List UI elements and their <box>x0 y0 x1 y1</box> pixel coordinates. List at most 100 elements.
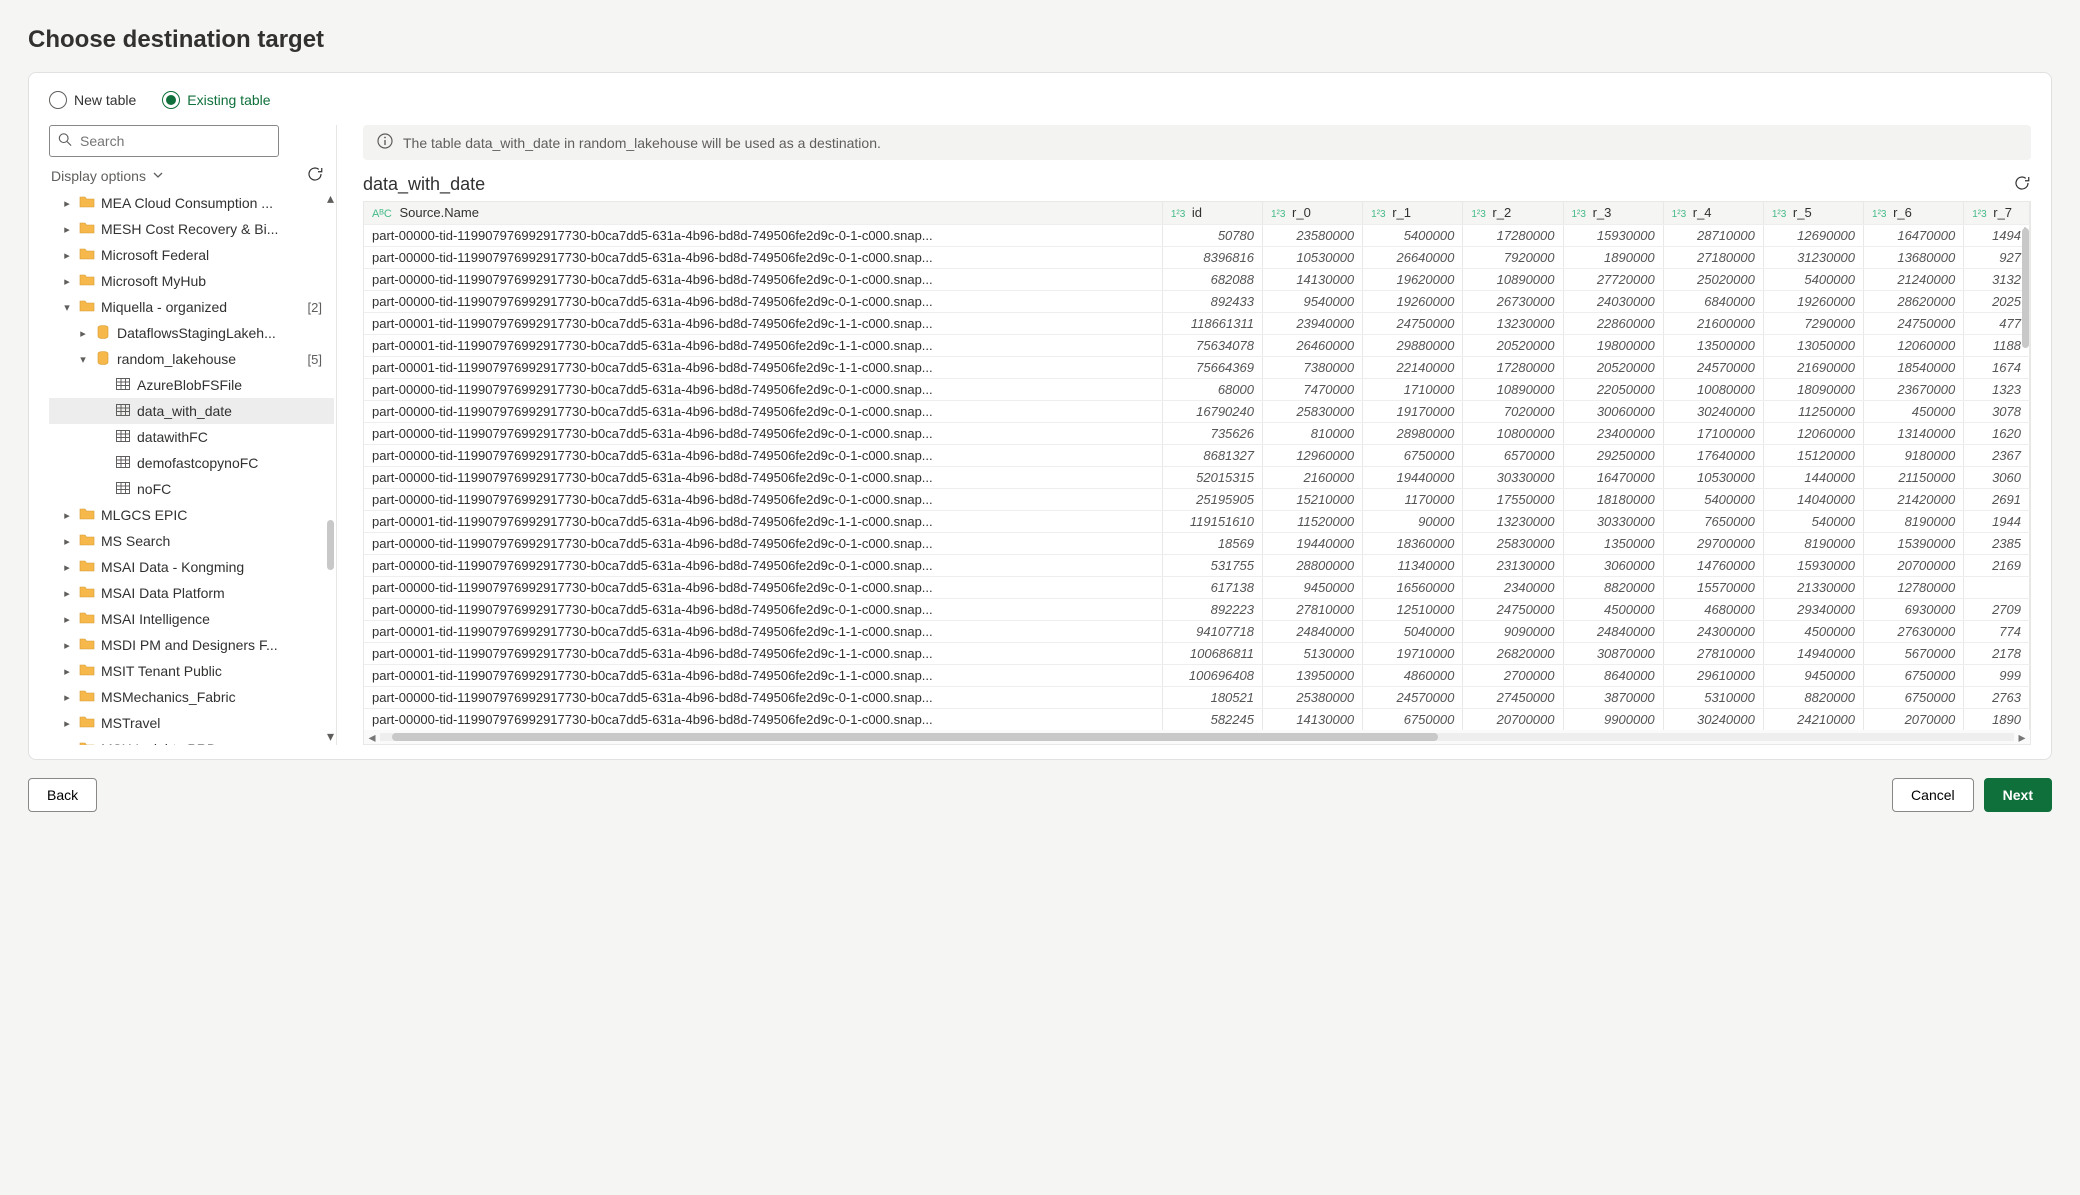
cell: 30240000 <box>1663 708 1763 730</box>
chevron-right-icon[interactable]: ▸ <box>61 665 73 678</box>
next-button[interactable]: Next <box>1984 778 2052 812</box>
cancel-button[interactable]: Cancel <box>1892 778 1974 812</box>
chevron-down-icon[interactable]: ▾ <box>61 301 73 314</box>
table-row[interactable]: part-00000-tid-119907976992917730-b0ca7d… <box>364 444 2030 466</box>
column-header[interactable]: AᴮC Source.Name <box>364 202 1162 224</box>
table-row[interactable]: part-00000-tid-119907976992917730-b0ca7d… <box>364 532 2030 554</box>
scroll-up-icon[interactable]: ▴ <box>327 190 334 207</box>
table-row[interactable]: part-00000-tid-119907976992917730-b0ca7d… <box>364 466 2030 488</box>
table-row[interactable]: part-00000-tid-119907976992917730-b0ca7d… <box>364 488 2030 510</box>
scrollbar-thumb[interactable] <box>392 733 1438 741</box>
table-row[interactable]: part-00000-tid-119907976992917730-b0ca7d… <box>364 576 2030 598</box>
chevron-right-icon[interactable]: ▸ <box>61 717 73 730</box>
table-row[interactable]: part-00001-tid-119907976992917730-b0ca7d… <box>364 510 2030 532</box>
scrollbar-thumb[interactable] <box>2022 228 2029 348</box>
cell: 24570000 <box>1363 686 1463 708</box>
table-row[interactable]: part-00000-tid-119907976992917730-b0ca7d… <box>364 598 2030 620</box>
chevron-right-icon[interactable]: ▸ <box>61 561 73 574</box>
chevron-right-icon[interactable]: ▸ <box>61 223 73 236</box>
cell: 52015315 <box>1162 466 1262 488</box>
data-grid: AᴮC Source.Name1²3 id1²3 r_01²3 r_11²3 r… <box>363 201 2031 745</box>
table-row[interactable]: part-00000-tid-119907976992917730-b0ca7d… <box>364 246 2030 268</box>
table-row[interactable]: part-00000-tid-119907976992917730-b0ca7d… <box>364 400 2030 422</box>
scroll-right-icon[interactable]: ▸ <box>2014 729 2030 746</box>
grid-horizontal-scrollbar[interactable]: ◂ ▸ <box>364 730 2030 744</box>
table-row[interactable]: part-00001-tid-119907976992917730-b0ca7d… <box>364 312 2030 334</box>
tree-item[interactable]: ▸MSDI PM and Designers F... <box>49 632 334 658</box>
tree-item[interactable]: ▸MSMechanics_Fabric <box>49 684 334 710</box>
chevron-right-icon[interactable]: ▸ <box>61 639 73 652</box>
chevron-right-icon[interactable]: ▸ <box>61 509 73 522</box>
table-row[interactable]: part-00000-tid-119907976992917730-b0ca7d… <box>364 268 2030 290</box>
column-header[interactable]: 1²3 r_4 <box>1663 202 1763 224</box>
scrollbar-thumb[interactable] <box>327 520 334 570</box>
chevron-right-icon[interactable]: ▸ <box>61 197 73 210</box>
column-header[interactable]: 1²3 r_6 <box>1864 202 1964 224</box>
table-row[interactable]: part-00001-tid-119907976992917730-b0ca7d… <box>364 642 2030 664</box>
tree-item[interactable]: ▾Miquella - organized[2] <box>49 294 334 320</box>
tree-item[interactable]: ▸MLGCS EPIC <box>49 502 334 528</box>
tree-item[interactable]: ▸MSIT Tenant Public <box>49 658 334 684</box>
tree-item[interactable]: data_with_date <box>49 398 334 424</box>
column-header[interactable]: 1²3 r_3 <box>1563 202 1663 224</box>
tree-item[interactable]: AzureBlobFSFile <box>49 372 334 398</box>
tree-item[interactable]: ▸MESH Cost Recovery & Bi... <box>49 216 334 242</box>
chevron-right-icon[interactable]: ▸ <box>61 249 73 262</box>
tree-item[interactable]: demofastcopynoFC <box>49 450 334 476</box>
display-options-button[interactable]: Display options <box>51 168 164 184</box>
table-row[interactable]: part-00001-tid-119907976992917730-b0ca7d… <box>364 356 2030 378</box>
cell: 5310000 <box>1663 686 1763 708</box>
tree-item[interactable]: datawithFC <box>49 424 334 450</box>
chevron-down-icon[interactable]: ▾ <box>77 353 89 366</box>
tree-item[interactable]: ▸MSAI Data Platform <box>49 580 334 606</box>
column-header[interactable]: 1²3 r_7 <box>1964 202 2030 224</box>
table-row[interactable]: part-00001-tid-119907976992917730-b0ca7d… <box>364 620 2030 642</box>
chevron-right-icon[interactable]: ▸ <box>61 613 73 626</box>
cell: 75664369 <box>1162 356 1262 378</box>
table-refresh-icon[interactable] <box>2013 174 2031 195</box>
table-row[interactable]: part-00001-tid-119907976992917730-b0ca7d… <box>364 334 2030 356</box>
number-type-icon: 1²3 <box>1171 209 1185 220</box>
tree-item[interactable]: ▸MSAI Data - Kongming <box>49 554 334 580</box>
chevron-right-icon[interactable]: ▸ <box>61 743 73 746</box>
column-header[interactable]: 1²3 id <box>1162 202 1262 224</box>
column-header[interactable]: 1²3 r_1 <box>1363 202 1463 224</box>
table-row[interactable]: part-00001-tid-119907976992917730-b0ca7d… <box>364 664 2030 686</box>
radio-new-table[interactable]: New table <box>49 91 136 109</box>
scroll-left-icon[interactable]: ◂ <box>364 729 380 746</box>
tree-item[interactable]: ▸DataflowsStagingLakeh... <box>49 320 334 346</box>
tree-item[interactable]: ▸MEA Cloud Consumption ... <box>49 190 334 216</box>
chevron-right-icon[interactable]: ▸ <box>61 535 73 548</box>
tree-item[interactable]: ▸MS Search <box>49 528 334 554</box>
table-row[interactable]: part-00000-tid-119907976992917730-b0ca7d… <box>364 708 2030 730</box>
refresh-icon[interactable] <box>306 165 324 186</box>
column-header[interactable]: 1²3 r_5 <box>1763 202 1863 224</box>
tree-item[interactable]: ▸Microsoft Federal <box>49 242 334 268</box>
search-input[interactable] <box>49 125 279 157</box>
tree-item[interactable]: ▸MSTravel <box>49 710 334 736</box>
chevron-right-icon[interactable]: ▸ <box>61 587 73 600</box>
chevron-right-icon[interactable]: ▸ <box>61 691 73 704</box>
column-header[interactable]: 1²3 r_2 <box>1463 202 1563 224</box>
tree-item[interactable]: noFC <box>49 476 334 502</box>
table-row[interactable]: part-00000-tid-119907976992917730-b0ca7d… <box>364 686 2030 708</box>
tree-item[interactable]: ▸Microsoft MyHub <box>49 268 334 294</box>
table-row[interactable]: part-00000-tid-119907976992917730-b0ca7d… <box>364 224 2030 246</box>
scroll-down-icon[interactable]: ▾ <box>327 728 334 745</box>
tree-item[interactable]: ▾random_lakehouse[5] <box>49 346 334 372</box>
chevron-right-icon[interactable]: ▸ <box>77 327 89 340</box>
table-row[interactable]: part-00000-tid-119907976992917730-b0ca7d… <box>364 554 2030 576</box>
chevron-right-icon[interactable]: ▸ <box>61 275 73 288</box>
table-row[interactable]: part-00000-tid-119907976992917730-b0ca7d… <box>364 422 2030 444</box>
cell: 8820000 <box>1563 576 1663 598</box>
cell: 20700000 <box>1463 708 1563 730</box>
table-row[interactable]: part-00000-tid-119907976992917730-b0ca7d… <box>364 290 2030 312</box>
tree-item[interactable]: ▸MSAI Intelligence <box>49 606 334 632</box>
column-header[interactable]: 1²3 r_0 <box>1262 202 1362 224</box>
back-button[interactable]: Back <box>28 778 97 812</box>
tree-item[interactable]: ▸MSX Insights PRD <box>49 736 334 745</box>
radio-existing-table[interactable]: Existing table <box>162 91 270 109</box>
table-row[interactable]: part-00000-tid-119907976992917730-b0ca7d… <box>364 378 2030 400</box>
grid-vertical-scrollbar[interactable]: ▴ <box>2020 224 2030 730</box>
cell: 10890000 <box>1463 268 1563 290</box>
